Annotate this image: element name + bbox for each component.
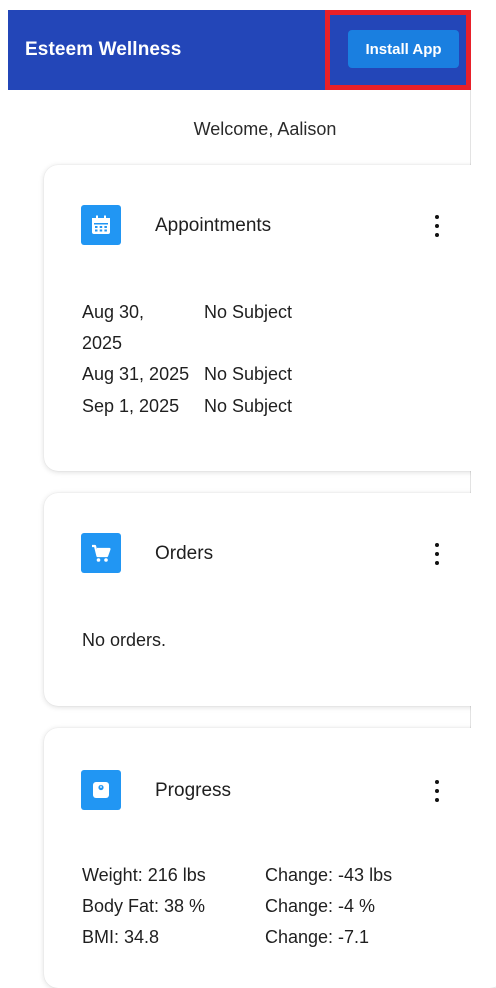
progress-card: Progress Weight: 216 lbs Change: -43 lbs… [44, 728, 496, 988]
appointments-title: Appointments [155, 215, 272, 236]
viewport-edge [471, 0, 496, 938]
appointments-menu-icon[interactable] [432, 215, 442, 237]
progress-change: Change: -4 % [265, 896, 376, 916]
orders-card: Orders No orders. [44, 493, 496, 706]
calendar-icon [81, 205, 121, 245]
progress-metric: Weight: 216 lbs [82, 865, 206, 885]
appbar-gap [471, 10, 489, 90]
orders-menu-icon[interactable] [432, 543, 442, 565]
orders-title: Orders [155, 543, 214, 564]
cart-icon [81, 533, 121, 573]
appointment-date: Aug 30, 2025 [82, 302, 145, 353]
app-bar: Esteem Wellness Install App [8, 10, 471, 90]
orders-empty-text: No orders. [82, 630, 167, 650]
progress-title: Progress [155, 780, 232, 801]
appointment-date: Sep 1, 2025 [82, 396, 180, 416]
app-title: Esteem Wellness [25, 39, 182, 60]
appointment-date: Aug 31, 2025 [82, 364, 190, 384]
appointments-card: Appointments Aug 30, 2025 No Subject Aug… [44, 165, 496, 471]
install-app-button[interactable]: Install App [348, 30, 459, 68]
appointment-subject: No Subject [204, 302, 293, 322]
appointment-subject: No Subject [204, 364, 293, 384]
progress-change: Change: -43 lbs [265, 865, 393, 885]
appointment-subject: No Subject [204, 396, 293, 416]
welcome-text: Welcome, Aalison [193, 119, 337, 139]
progress-metric: Body Fat: 38 % [82, 896, 206, 916]
scale-icon [81, 770, 121, 810]
progress-menu-icon[interactable] [432, 780, 442, 802]
